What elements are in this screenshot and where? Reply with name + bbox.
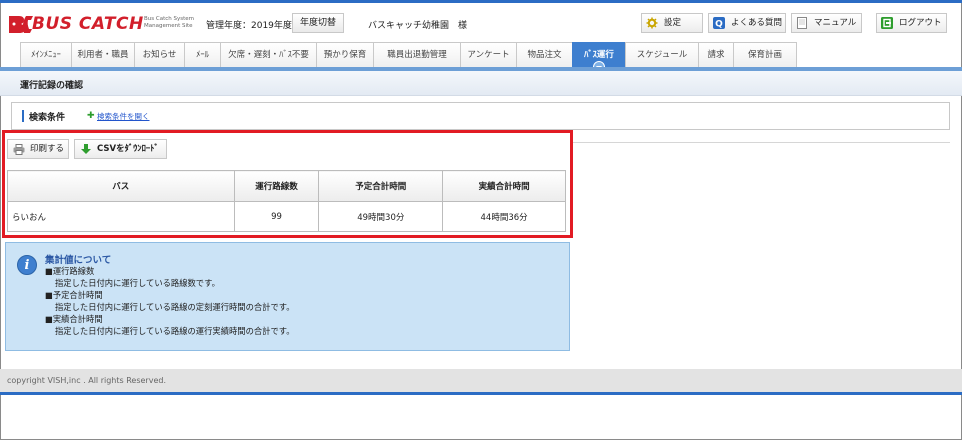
search-marker	[22, 110, 24, 122]
download-icon	[81, 144, 91, 154]
year-switch-button[interactable]: 年度切替	[292, 13, 344, 33]
tab-mail[interactable]: ﾒｰﾙ	[184, 42, 221, 68]
csv-download-label: CSVをﾀﾞｳﾝﾛｰﾄﾞ	[97, 144, 159, 154]
print-button[interactable]: 印刷する	[7, 139, 69, 159]
gear-icon	[646, 17, 658, 29]
logo-subtitle: Bus Catch System Management Site	[144, 16, 195, 29]
manual-button[interactable]: マニュアル	[791, 13, 862, 33]
page-title-bar: 運行記録の確認	[0, 71, 962, 96]
column-header-actual-time: 実績合計時間	[442, 170, 566, 202]
info-heading-actual-time: ■実績合計時間	[45, 314, 103, 324]
bus-summary-table: バス 運行路線数 予定合計時間 実績合計時間 らいおん 99 49時間30分 4…	[7, 170, 566, 232]
info-heading-route-count: ■運行路線数	[45, 266, 95, 276]
bus-logo-icon	[9, 16, 33, 33]
column-header-bus: バス	[7, 170, 235, 202]
logout-label: ログアウト	[899, 18, 942, 28]
copyright-text: copyright VISH,inc . All rights Reserved…	[7, 376, 166, 385]
info-text-actual-time: 指定した日付内に運行している路線の運行実績時間の合計です。	[55, 326, 295, 336]
printer-icon	[13, 144, 25, 155]
open-search-conditions-text: 検索条件を開く	[97, 112, 150, 121]
cell-planned-time: 49時間30分	[318, 201, 444, 232]
main-nav: ﾒｲﾝﾒﾆｭｰ 利用者・職員 お知らせ ﾒｰﾙ 欠席・遅刻・ﾊﾞｽ不要 預かり保…	[20, 42, 797, 73]
tab-notices[interactable]: お知らせ	[134, 42, 185, 68]
info-text-route-count: 指定した日付内に運行している路線数です。	[55, 278, 220, 288]
tab-absence[interactable]: 欠席・遅刻・ﾊﾞｽ不要	[220, 42, 317, 68]
tab-schedule[interactable]: スケジュール	[625, 42, 699, 68]
svg-text:Q: Q	[715, 20, 723, 30]
cell-bus-name: らいおん	[7, 201, 235, 232]
footer: copyright VISH,inc . All rights Reserved…	[0, 369, 962, 392]
tab-staff-attendance[interactable]: 職員出退勤管理	[373, 42, 461, 68]
settings-label: 設定	[664, 18, 682, 28]
info-title: 集計値について	[45, 255, 112, 266]
info-heading-planned-time: ■予定合計時間	[45, 290, 103, 300]
cell-route-count: 99	[233, 201, 320, 232]
open-search-conditions-link[interactable]: ✚ 検索条件を開く	[87, 111, 150, 122]
print-label: 印刷する	[30, 144, 65, 154]
divider	[570, 142, 950, 143]
faq-label: よくある質問	[731, 18, 783, 28]
info-lines: ■運行路線数 指定した日付内に運行している路線数です。 ■予定合計時間 指定した…	[45, 265, 295, 337]
cell-actual-time: 44時間36分	[442, 201, 566, 232]
tab-extended-care[interactable]: 預かり保育	[316, 42, 374, 68]
question-icon: Q	[713, 17, 725, 29]
tab-bus-operation-label: ﾊﾞｽ運行	[584, 50, 614, 60]
tab-survey[interactable]: アンケート	[460, 42, 517, 68]
tab-users-staff[interactable]: 利用者・職員	[71, 42, 135, 68]
page-title: 運行記録の確認	[20, 81, 84, 91]
logout-button[interactable]: ログアウト	[876, 13, 947, 33]
settings-button[interactable]: 設定	[641, 13, 703, 33]
tab-bus-operation[interactable]: ﾊﾞｽ運行	[572, 42, 626, 73]
plus-icon: ✚	[87, 111, 95, 121]
logout-icon	[881, 17, 893, 29]
tab-care-plan[interactable]: 保育計画	[733, 42, 797, 68]
bus-catch-logo[interactable]: BUS CATCH Bus Catch System Management Si…	[6, 12, 194, 36]
column-header-route-count: 運行路線数	[233, 170, 320, 202]
manual-label: マニュアル	[814, 18, 857, 28]
column-header-planned-time: 予定合計時間	[318, 170, 444, 202]
footer-accent-line	[0, 392, 962, 395]
logo-text: BUS CATCH	[32, 14, 144, 34]
tab-goods-order[interactable]: 物品注文	[516, 42, 573, 68]
header: BUS CATCH Bus Catch System Management Si…	[0, 3, 962, 41]
organization-name: バスキャッチ幼稚園 様	[368, 21, 468, 31]
table-header-row: バス 運行路線数 予定合計時間 実績合計時間	[7, 170, 566, 202]
fiscal-year: 管理年度：2019年度	[206, 21, 292, 31]
document-icon	[797, 17, 807, 29]
tab-billing[interactable]: 請求	[698, 42, 734, 68]
info-box: i 集計値について ■運行路線数 指定した日付内に運行している路線数です。 ■予…	[5, 242, 570, 351]
info-icon: i	[17, 255, 37, 275]
csv-download-button[interactable]: CSVをﾀﾞｳﾝﾛｰﾄﾞ	[74, 139, 167, 159]
tab-main-menu[interactable]: ﾒｲﾝﾒﾆｭｰ	[20, 42, 72, 68]
search-conditions-label: 検索条件	[29, 113, 66, 123]
search-conditions: 検索条件 ✚ 検索条件を開く	[11, 102, 950, 130]
info-text-planned-time: 指定した日付内に運行している路線の定刻運行時間の合計です。	[55, 302, 295, 312]
faq-button[interactable]: Q よくある質問	[708, 13, 786, 33]
table-row: らいおん 99 49時間30分 44時間36分	[7, 201, 566, 232]
